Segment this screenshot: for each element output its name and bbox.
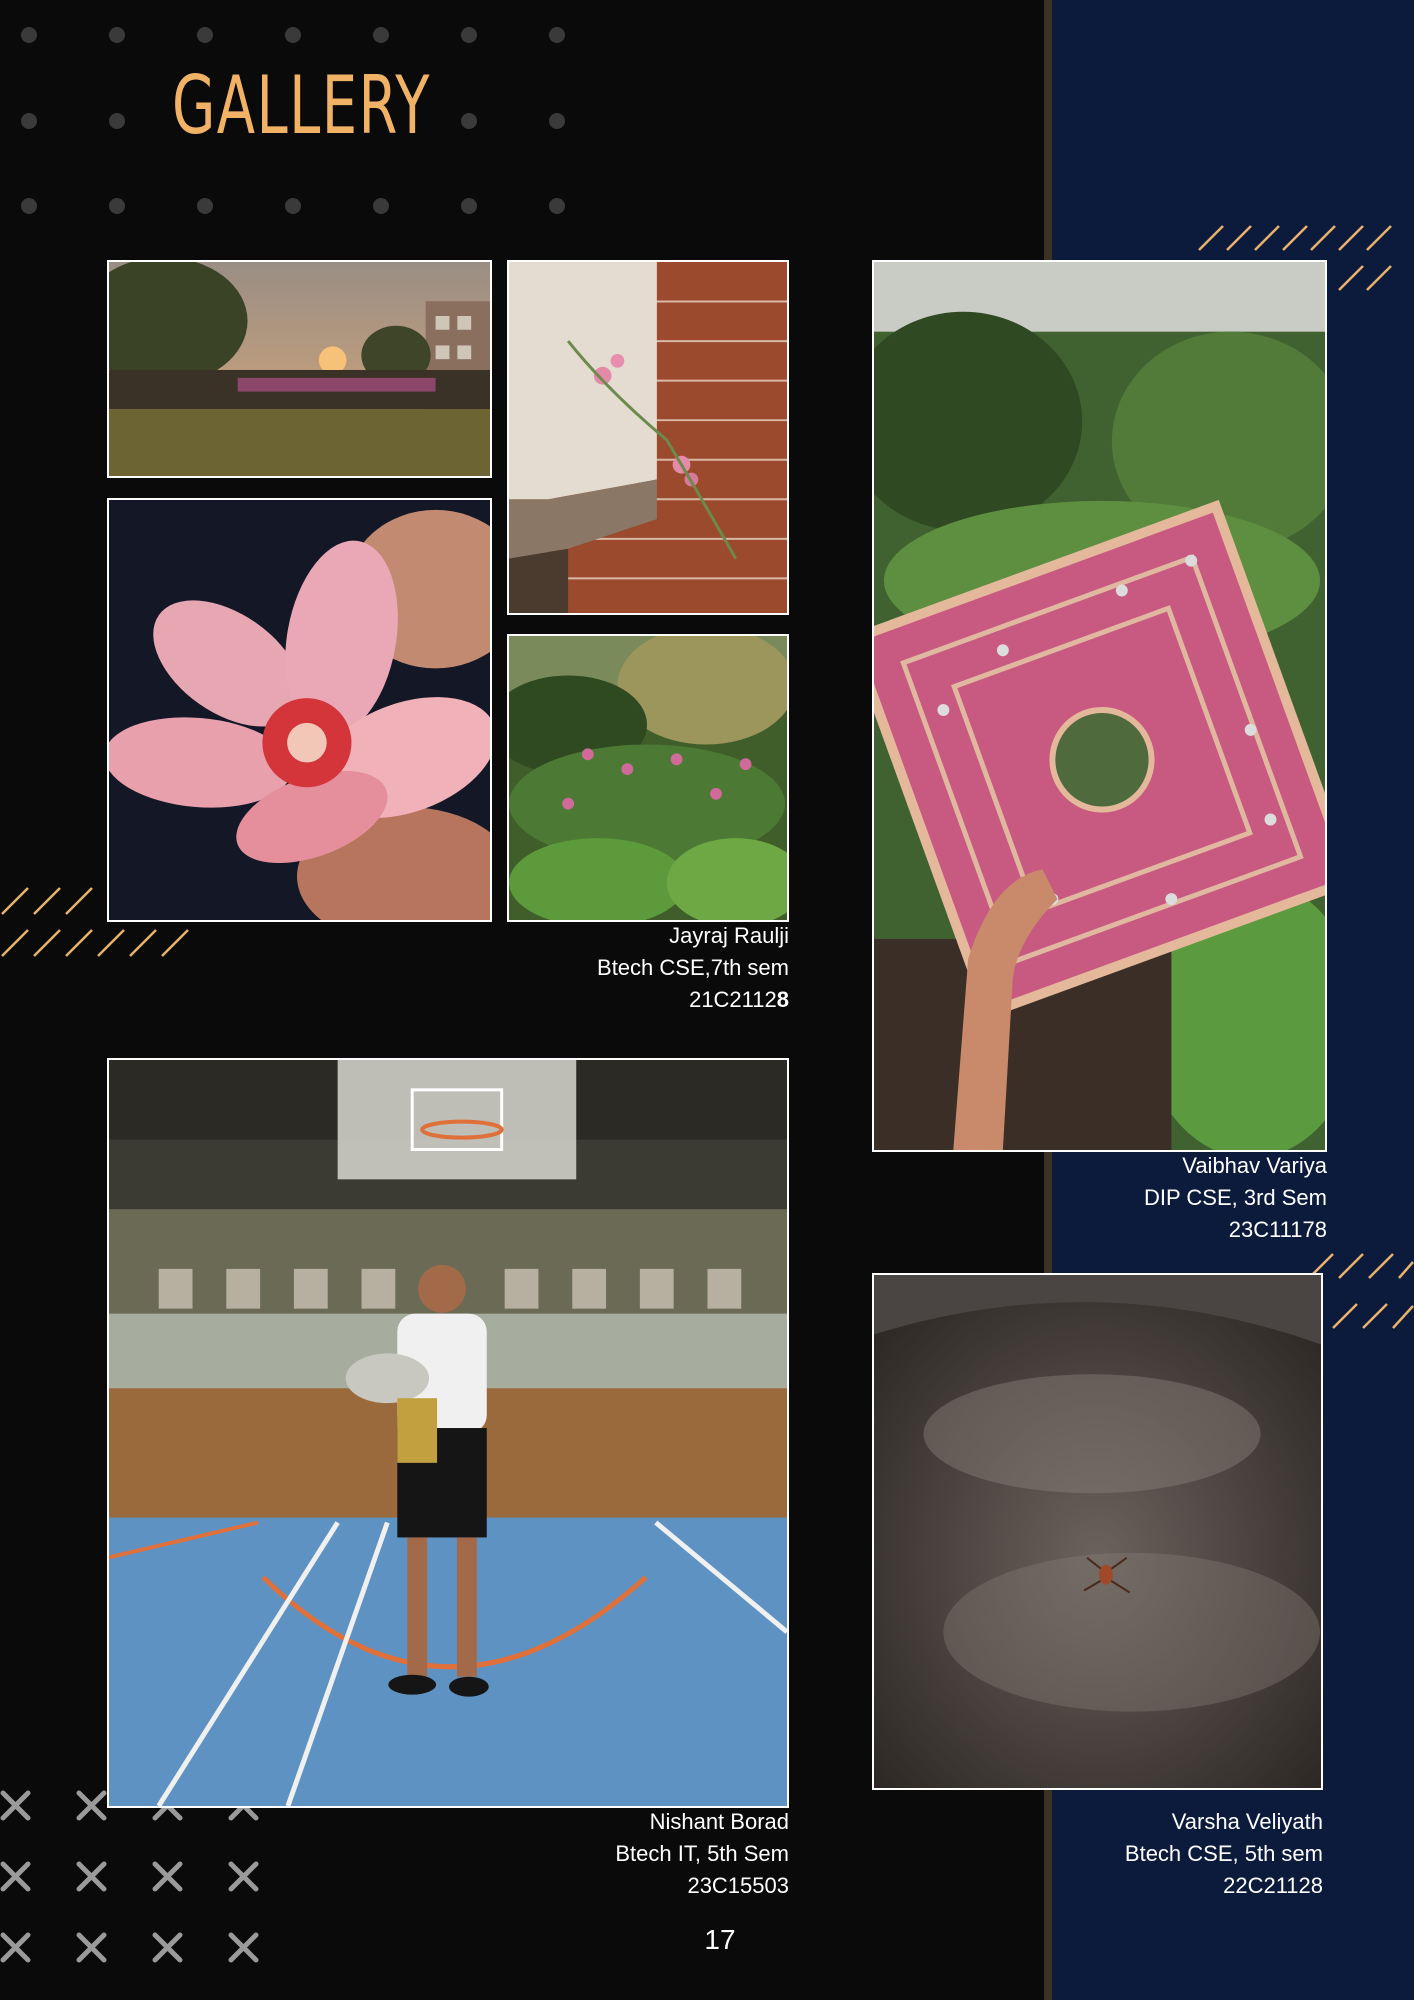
photo-frangipani-flower xyxy=(107,498,492,922)
decor-dot xyxy=(21,27,37,43)
caption-course: Btech CSE,7th sem xyxy=(597,955,789,980)
decor-dot xyxy=(549,27,565,43)
caption-nishant: Nishant Borad Btech IT, 5th Sem 23C15503 xyxy=(500,1806,789,1902)
decor-dot xyxy=(21,198,37,214)
decor-dot xyxy=(461,27,477,43)
decor-dot xyxy=(373,198,389,214)
caption-course: Btech CSE, 5th sem xyxy=(1124,1841,1323,1866)
decor-dot xyxy=(109,198,125,214)
caption-course: DIP CSE, 3rd Sem xyxy=(1144,1185,1327,1210)
decor-dot xyxy=(461,113,477,129)
caption-name: Varsha Veliyath xyxy=(1171,1809,1323,1834)
photo-garden-plants xyxy=(507,634,789,922)
page-number: 17 xyxy=(704,1924,736,1955)
decor-dot xyxy=(373,27,389,43)
caption-id-suffix: 8 xyxy=(776,987,789,1012)
caption-id: 22C21128 xyxy=(1223,1873,1323,1898)
decor-dot xyxy=(197,198,213,214)
cross-pattern xyxy=(0,1790,259,1963)
caption-name: Vaibhav Variya xyxy=(1182,1153,1327,1178)
caption-course: Btech IT, 5th Sem xyxy=(615,1841,789,1866)
caption-id: 21C21128 xyxy=(500,984,789,1016)
caption-vaibhav: Vaibhav Variya DIP CSE, 3rd Sem 23C11178 xyxy=(1000,1150,1327,1246)
decor-dot xyxy=(549,113,565,129)
caption-jayraj: Jayraj Raulji Btech CSE,7th sem 21C21128 xyxy=(500,920,789,1016)
caption-id-prefix: 21C2112 xyxy=(689,987,777,1012)
decor-dot xyxy=(109,27,125,43)
caption-varsha: Varsha Veliyath Btech CSE, 5th sem 22C21… xyxy=(1000,1806,1323,1902)
photo-mirror-art-greenery xyxy=(872,260,1327,1152)
caption-name: Nishant Borad xyxy=(649,1809,789,1834)
decor-dot xyxy=(549,198,565,214)
caption-id: 23C15503 xyxy=(687,1873,789,1898)
caption-name: Jayraj Raulji xyxy=(669,923,789,948)
decor-dot xyxy=(285,27,301,43)
photo-basketball-trophy xyxy=(107,1058,789,1808)
photo-brick-wall-flowers xyxy=(507,260,789,615)
caption-id: 23C11178 xyxy=(1228,1217,1327,1242)
decor-dot xyxy=(461,198,477,214)
page-title: GALLERY xyxy=(172,59,431,152)
photo-campus-sunset xyxy=(107,260,492,478)
decor-dot xyxy=(109,113,125,129)
decor-dot xyxy=(197,27,213,43)
photo-spider-water xyxy=(872,1273,1323,1790)
decor-dot xyxy=(285,198,301,214)
decor-dot xyxy=(21,113,37,129)
